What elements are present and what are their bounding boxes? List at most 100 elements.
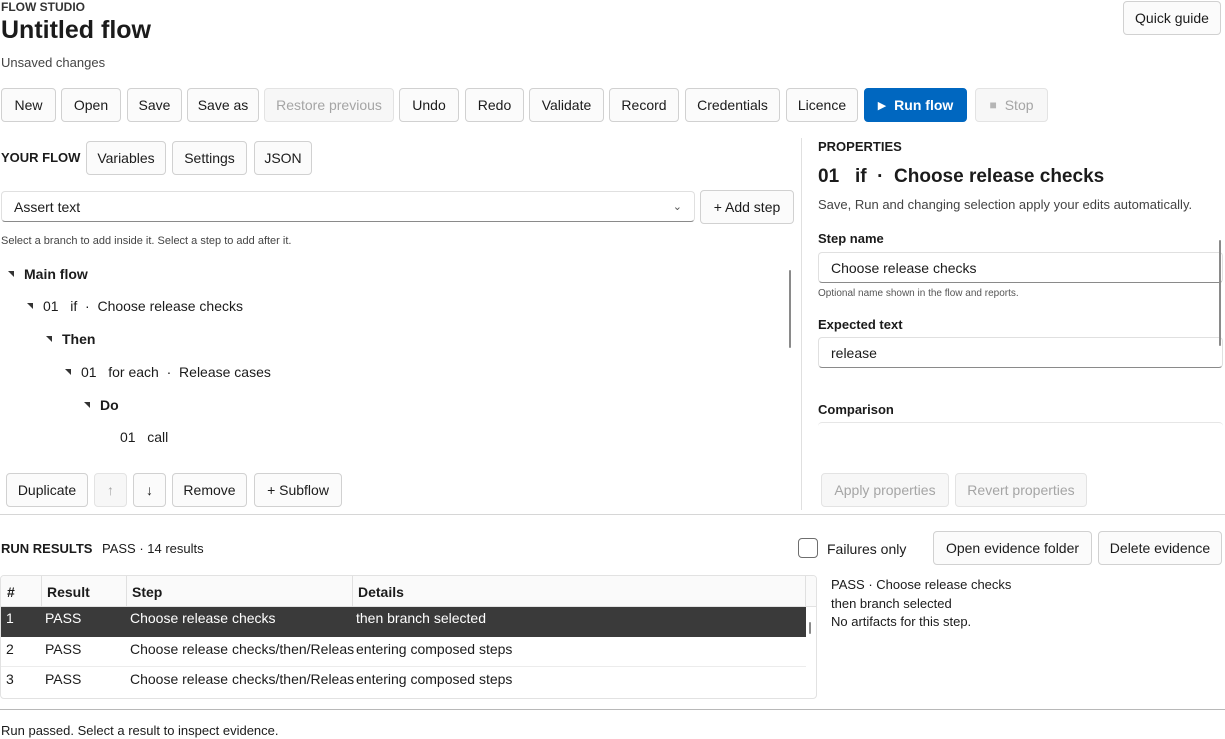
tree-label: Do xyxy=(100,397,119,413)
row-step: Choose release checks/then/Release xyxy=(130,641,354,657)
tab-settings[interactable]: Settings xyxy=(172,141,247,175)
apply-properties-button[interactable]: Apply properties xyxy=(821,473,949,507)
tree-scrollbar[interactable] xyxy=(789,270,791,348)
tab-json[interactable]: JSON xyxy=(254,141,312,175)
move-down-button[interactable]: ↓ xyxy=(133,473,166,507)
step-type-value: Assert text xyxy=(14,198,81,215)
tree-node-if-step[interactable]: 01 if · Choose release checks xyxy=(27,298,243,314)
move-up-button[interactable]: ↑ xyxy=(94,473,127,507)
row-num: 2 xyxy=(6,641,14,657)
tree-label: Main flow xyxy=(24,266,88,282)
expand-arrow-icon xyxy=(27,303,33,309)
step-name-help: Optional name shown in the flow and repo… xyxy=(818,288,1019,299)
evidence-line-3: No artifacts for this step. xyxy=(831,614,972,629)
open-evidence-folder-button[interactable]: Open evidence folder xyxy=(933,531,1092,565)
row-details: entering composed steps xyxy=(356,671,513,687)
row-result: PASS xyxy=(45,671,82,687)
table-row[interactable]: 1 PASS Choose release checks then branch… xyxy=(1,607,806,637)
step-type-select[interactable]: Assert text ⌄ xyxy=(1,191,695,222)
run-flow-button[interactable]: ▶ Run flow xyxy=(864,88,967,122)
expected-text-label: Expected text xyxy=(818,317,903,332)
credentials-button[interactable]: Credentials xyxy=(685,88,780,122)
stop-label: Stop xyxy=(1004,97,1034,113)
save-button[interactable]: Save xyxy=(127,88,182,122)
evidence-line-2: then branch selected xyxy=(831,596,952,611)
failures-only-checkbox[interactable] xyxy=(798,538,818,558)
status-bar: Run passed. Select a result to inspect e… xyxy=(1,723,279,738)
column-header-result[interactable]: Result xyxy=(47,584,90,600)
row-details: entering composed steps xyxy=(356,641,513,657)
comparison-select[interactable] xyxy=(818,422,1223,432)
stop-button[interactable]: ■ Stop xyxy=(975,88,1048,122)
failures-only-label: Failures only xyxy=(827,541,907,557)
row-step: Choose release checks/then/Release xyxy=(130,671,354,687)
tree-node-main-flow[interactable]: Main flow xyxy=(8,266,88,282)
row-num: 1 xyxy=(6,610,14,626)
step-name-label: Step name xyxy=(818,231,884,246)
open-button[interactable]: Open xyxy=(61,88,121,122)
evidence-line-1: PASS · Choose release checks xyxy=(831,577,1012,592)
column-header-step[interactable]: Step xyxy=(132,584,162,600)
column-divider xyxy=(41,576,42,607)
remove-button[interactable]: Remove xyxy=(172,473,247,507)
properties-title: 01 if · Choose release checks xyxy=(818,166,1105,187)
expand-arrow-icon xyxy=(65,369,71,375)
page-title: Untitled flow xyxy=(1,16,151,44)
column-header-num[interactable]: # xyxy=(7,584,15,600)
column-divider xyxy=(805,576,806,607)
section-divider xyxy=(0,514,1225,515)
chevron-down-icon: ⌄ xyxy=(672,201,682,213)
tree-node-call-step[interactable]: 01 call xyxy=(120,429,168,445)
table-row[interactable]: 2 PASS Choose release checks/then/Releas… xyxy=(1,637,806,667)
table-row[interactable]: 3 PASS Choose release checks/then/Releas… xyxy=(1,667,806,697)
expand-arrow-icon xyxy=(8,271,14,277)
licence-button[interactable]: Licence xyxy=(786,88,858,122)
restore-previous-button[interactable]: Restore previous xyxy=(264,88,394,122)
new-button[interactable]: New xyxy=(1,88,56,122)
delete-evidence-button[interactable]: Delete evidence xyxy=(1098,531,1222,565)
redo-button[interactable]: Redo xyxy=(465,88,524,122)
results-scrollbar[interactable] xyxy=(809,622,811,634)
quick-guide-button[interactable]: Quick guide xyxy=(1123,1,1221,35)
row-result: PASS xyxy=(45,641,82,657)
tree-label: 01 for each · Release cases xyxy=(81,364,271,380)
flow-hint: Select a branch to add inside it. Select… xyxy=(1,235,292,247)
duplicate-button[interactable]: Duplicate xyxy=(6,473,88,507)
panel-divider xyxy=(801,138,802,510)
your-flow-heading: YOUR FLOW xyxy=(1,150,81,165)
revert-properties-button[interactable]: Revert properties xyxy=(955,473,1087,507)
expected-text-input[interactable]: release xyxy=(818,337,1223,368)
subflow-button[interactable]: + Subflow xyxy=(254,473,342,507)
row-num: 3 xyxy=(6,671,14,687)
column-header-details[interactable]: Details xyxy=(358,584,404,600)
tab-variables[interactable]: Variables xyxy=(86,141,166,175)
validate-button[interactable]: Validate xyxy=(529,88,604,122)
save-as-button[interactable]: Save as xyxy=(187,88,259,122)
tree-label: Then xyxy=(62,331,96,347)
step-name-input[interactable]: Choose release checks xyxy=(818,252,1223,283)
play-icon: ▶ xyxy=(877,99,887,112)
status-divider xyxy=(0,709,1225,710)
record-button[interactable]: Record xyxy=(609,88,679,122)
row-details: then branch selected xyxy=(356,610,486,626)
expand-arrow-icon xyxy=(84,402,90,408)
add-step-button[interactable]: + Add step xyxy=(700,190,794,224)
row-result: PASS xyxy=(45,610,82,626)
stop-icon: ■ xyxy=(989,98,997,112)
tree-node-do[interactable]: Do xyxy=(84,397,119,413)
tree-node-foreach-step[interactable]: 01 for each · Release cases xyxy=(65,364,271,380)
row-step: Choose release checks xyxy=(130,610,276,626)
run-results-heading: RUN RESULTS xyxy=(1,541,93,556)
tree-node-then[interactable]: Then xyxy=(46,331,95,347)
run-flow-label: Run flow xyxy=(894,97,954,113)
properties-scrollbar[interactable] xyxy=(1219,240,1221,346)
results-table-header xyxy=(1,576,816,607)
properties-note: Save, Run and changing selection apply y… xyxy=(818,197,1193,212)
column-divider xyxy=(126,576,127,607)
expand-arrow-icon xyxy=(46,336,52,342)
tree-label: 01 if · Choose release checks xyxy=(43,298,243,314)
unsaved-status: Unsaved changes xyxy=(1,55,106,70)
properties-heading: PROPERTIES xyxy=(818,139,902,154)
results-table: # Result Step Details 1 PASS Choose rele… xyxy=(0,575,817,699)
undo-button[interactable]: Undo xyxy=(399,88,459,122)
